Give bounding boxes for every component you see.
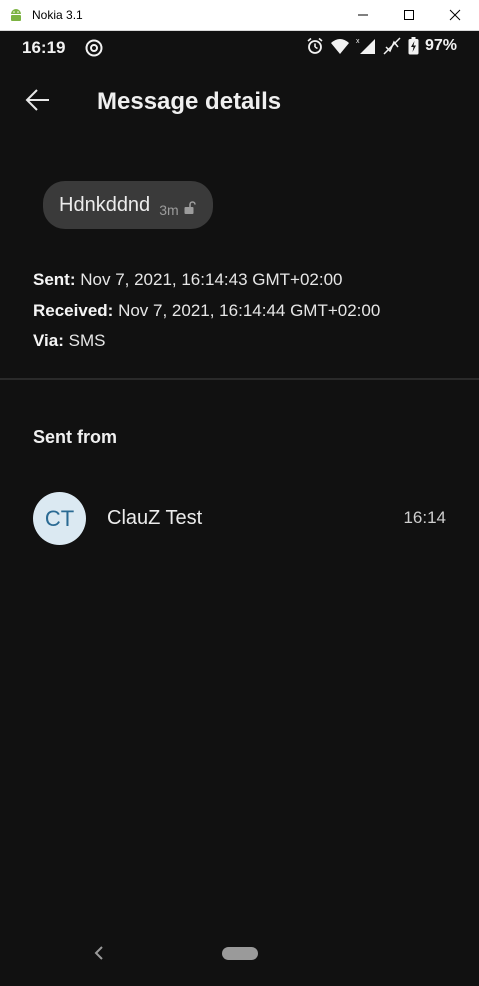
status-icons: x 97%: [306, 37, 457, 55]
message-details: Sent: Nov 7, 2021, 16:14:43 GMT+02:00 Re…: [33, 265, 380, 357]
nav-home-button[interactable]: [222, 947, 258, 960]
avatar-initials: CT: [44, 505, 75, 531]
sent-value: Nov 7, 2021, 16:14:43 GMT+02:00: [80, 270, 343, 289]
window-title-bar: Nokia 3.1: [0, 0, 479, 31]
back-button[interactable]: [22, 84, 54, 116]
svg-text:x: x: [356, 38, 360, 45]
received-value: Nov 7, 2021, 16:14:44 GMT+02:00: [118, 300, 381, 320]
arrow-left-icon: [25, 89, 49, 111]
status-time: 16:19: [22, 38, 66, 57]
received-row: Received: Nov 7, 2021, 16:14:44 GMT+02:0…: [33, 296, 380, 327]
sent-from-heading: Sent from: [33, 427, 118, 447]
wifi-icon: [330, 39, 349, 54]
message-bubble[interactable]: Hdnkddnd 3m: [43, 181, 213, 229]
message-age: 3m: [159, 202, 179, 218]
maximize-button[interactable]: [386, 0, 432, 30]
received-label: Received:: [33, 300, 114, 320]
signal-icon: x: [356, 38, 375, 54]
alarm-icon: [307, 37, 323, 54]
at-sign-icon: [85, 39, 103, 57]
avatar[interactable]: CT: [33, 492, 86, 545]
nav-back-icon[interactable]: [90, 944, 108, 962]
divider: [0, 378, 479, 380]
contact-time: 16:14: [403, 508, 446, 527]
window-title: Nokia 3.1: [32, 8, 83, 22]
minimize-icon: [358, 14, 368, 16]
no-signal-icon: [383, 37, 401, 55]
sent-label: Sent:: [33, 270, 76, 289]
status-bar: 16:19 x 97%: [0, 30, 479, 64]
app-bar: Message details: [0, 64, 479, 138]
via-row: Via: SMS: [33, 326, 380, 357]
nav-bar: [0, 930, 479, 976]
android-icon: [11, 9, 21, 21]
maximize-icon: [404, 10, 414, 20]
page-title: Message details: [97, 88, 282, 115]
close-icon: [449, 9, 461, 21]
via-value: SMS: [68, 331, 106, 350]
via-label: Via:: [33, 331, 64, 350]
close-button[interactable]: [432, 0, 478, 30]
unlocked-icon: [184, 201, 196, 214]
contact-row[interactable]: CT ClauZ Test 16:14: [0, 490, 479, 546]
battery-charging-icon: [408, 37, 419, 55]
minimize-button[interactable]: [340, 0, 386, 30]
contact-name: ClauZ Test: [107, 507, 203, 529]
battery-percent: 97%: [424, 37, 457, 54]
sent-row: Sent: Nov 7, 2021, 16:14:43 GMT+02:00: [33, 265, 380, 296]
message-text: Hdnkddnd: [59, 193, 151, 216]
